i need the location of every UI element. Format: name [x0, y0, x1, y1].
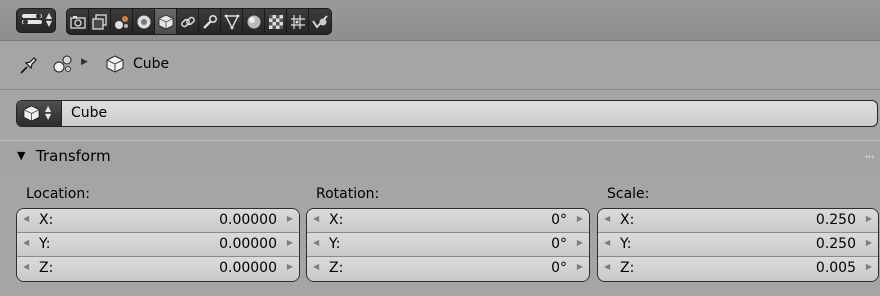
- collapse-triangle-icon: ▼: [17, 149, 26, 162]
- axis-label: Z:: [329, 260, 344, 276]
- increment-arrow-icon[interactable]: ▶: [866, 262, 872, 271]
- scale-fields: ◀ X: 0.250 ▶ ◀ Y: 0.250 ▶ ◀ Z: 0.005 ▶: [597, 208, 879, 282]
- tab-texture[interactable]: [265, 9, 287, 34]
- tab-object[interactable]: [155, 9, 177, 34]
- rotation-y-value: 0°: [551, 236, 567, 252]
- decrement-arrow-icon[interactable]: ◀: [313, 238, 319, 247]
- drag-grip-icon[interactable]: [865, 155, 875, 159]
- rotation-x-value: 0°: [551, 212, 567, 228]
- axis-label: Y:: [329, 236, 341, 252]
- axis-label: Z:: [39, 260, 54, 276]
- rotation-fields: ◀ X: 0° ▶ ◀ Y: 0° ▶ ◀ Z: 0° ▶: [306, 208, 590, 282]
- scene-icon: [114, 15, 128, 29]
- pin-icon[interactable]: [18, 54, 40, 76]
- rotation-y-field[interactable]: ◀ Y: 0° ▶: [307, 233, 589, 257]
- material-icon: [247, 15, 260, 28]
- increment-arrow-icon[interactable]: ▶: [287, 214, 293, 223]
- world-icon: [137, 15, 150, 28]
- up-down-arrows-icon: ▲ ▼: [45, 104, 52, 121]
- decrement-arrow-icon[interactable]: ◀: [604, 262, 610, 271]
- scale-z-field[interactable]: ◀ Z: 0.005 ▶: [598, 257, 878, 281]
- rotation-label: Rotation:: [316, 186, 380, 202]
- object-icon: [23, 105, 40, 122]
- panel-title: Transform: [36, 147, 111, 165]
- location-column: Location: ◀ X: 0.00000 ▶ ◀ Y: 0.00000 ▶ …: [16, 186, 300, 282]
- object-name-field: ▲ ▼ Cube: [16, 100, 878, 127]
- location-label: Location:: [26, 186, 90, 202]
- scale-x-value: 0.250: [815, 212, 856, 228]
- rotation-z-field[interactable]: ◀ Z: 0° ▶: [307, 257, 589, 281]
- particles-icon: [290, 14, 305, 29]
- location-y-value: 0.00000: [219, 236, 277, 252]
- scene-icon: [53, 55, 72, 73]
- increment-arrow-icon[interactable]: ▶: [577, 214, 583, 223]
- rotation-column: Rotation: ◀ X: 0° ▶ ◀ Y: 0° ▶ ◀ Z: 0° ▶: [306, 186, 590, 282]
- rotation-z-value: 0°: [551, 260, 567, 276]
- axis-label: Y:: [39, 236, 51, 252]
- increment-arrow-icon[interactable]: ▶: [287, 262, 293, 271]
- decrement-arrow-icon[interactable]: ◀: [23, 262, 29, 271]
- tab-scene[interactable]: [111, 9, 133, 34]
- axis-label: Z:: [620, 260, 635, 276]
- axis-label: X:: [39, 212, 54, 228]
- scale-label: Scale:: [607, 186, 650, 202]
- modifiers-icon: [202, 14, 217, 29]
- scale-z-value: 0.005: [815, 260, 856, 276]
- data-icon: [224, 14, 239, 30]
- scale-y-value: 0.250: [815, 236, 856, 252]
- location-y-field[interactable]: ◀ Y: 0.00000 ▶: [17, 233, 299, 257]
- constraints-icon: [180, 16, 195, 27]
- tab-world[interactable]: [133, 9, 155, 34]
- up-down-arrows-icon: ▲ ▼: [45, 11, 52, 28]
- scale-column: Scale: ◀ X: 0.250 ▶ ◀ Y: 0.250 ▶ ◀ Z: 0.…: [597, 186, 879, 282]
- tab-constraints[interactable]: [177, 9, 199, 34]
- tab-render-layers[interactable]: [89, 9, 111, 34]
- decrement-arrow-icon[interactable]: ◀: [313, 214, 319, 223]
- scale-y-field[interactable]: ◀ Y: 0.250 ▶: [598, 233, 878, 257]
- axis-label: X:: [620, 212, 635, 228]
- axis-label: X:: [329, 212, 344, 228]
- decrement-arrow-icon[interactable]: ◀: [604, 238, 610, 247]
- tab-modifiers[interactable]: [199, 9, 221, 34]
- decrement-arrow-icon[interactable]: ◀: [23, 214, 29, 223]
- texture-icon: [268, 14, 283, 29]
- tab-physics[interactable]: [309, 9, 331, 34]
- properties-context-tabs: [66, 8, 332, 35]
- physics-icon: [312, 14, 328, 28]
- decrement-arrow-icon[interactable]: ◀: [604, 214, 610, 223]
- transform-panel-header[interactable]: ▼ Transform: [0, 140, 880, 173]
- tab-data[interactable]: [221, 9, 243, 34]
- divider: [0, 89, 880, 90]
- object-browse-button[interactable]: ▲ ▼: [17, 101, 62, 126]
- properties-header: ▲ ▼: [0, 0, 880, 41]
- location-z-field[interactable]: ◀ Z: 0.00000 ▶: [17, 257, 299, 281]
- increment-arrow-icon[interactable]: ▶: [577, 238, 583, 247]
- tab-particles[interactable]: [287, 9, 309, 34]
- editor-type-button[interactable]: ▲ ▼: [16, 8, 56, 33]
- axis-label: Y:: [620, 236, 632, 252]
- breadcrumb-arrow-icon: ▶: [81, 57, 88, 67]
- render-icon: [69, 15, 86, 29]
- editor-type-icon: [22, 14, 42, 28]
- location-x-value: 0.00000: [219, 212, 277, 228]
- location-fields: ◀ X: 0.00000 ▶ ◀ Y: 0.00000 ▶ ◀ Z: 0.000…: [16, 208, 300, 282]
- tab-render[interactable]: [67, 9, 89, 34]
- increment-arrow-icon[interactable]: ▶: [287, 238, 293, 247]
- decrement-arrow-icon[interactable]: ◀: [313, 262, 319, 271]
- render-layers-icon: [91, 13, 107, 30]
- location-x-field[interactable]: ◀ X: 0.00000 ▶: [17, 209, 299, 233]
- increment-arrow-icon[interactable]: ▶: [866, 214, 872, 223]
- tab-material[interactable]: [243, 9, 265, 34]
- breadcrumb-object-name: Cube: [133, 56, 170, 72]
- rotation-x-field[interactable]: ◀ X: 0° ▶: [307, 209, 589, 233]
- decrement-arrow-icon[interactable]: ◀: [23, 238, 29, 247]
- object-name-input[interactable]: Cube: [71, 105, 107, 121]
- object-icon: [106, 55, 124, 73]
- increment-arrow-icon[interactable]: ▶: [577, 262, 583, 271]
- object-icon: [158, 14, 173, 29]
- scale-x-field[interactable]: ◀ X: 0.250 ▶: [598, 209, 878, 233]
- breadcrumb: ▶ Cube: [0, 41, 880, 89]
- location-z-value: 0.00000: [219, 260, 277, 276]
- increment-arrow-icon[interactable]: ▶: [866, 238, 872, 247]
